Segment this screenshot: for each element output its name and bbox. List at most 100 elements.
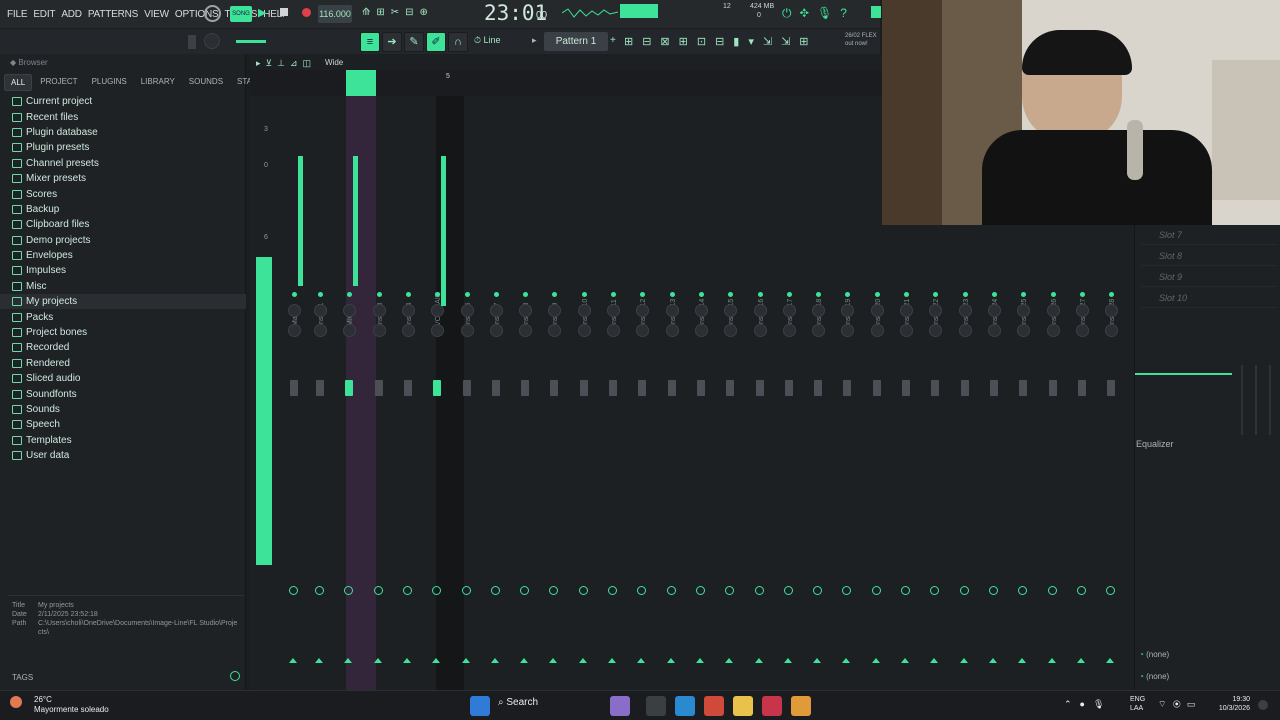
browser-item[interactable]: Backup <box>0 202 246 217</box>
send-arrow[interactable] <box>289 658 297 663</box>
record-arm-ring[interactable] <box>289 586 298 595</box>
record-arm-ring[interactable] <box>959 586 969 595</box>
stereo-knob[interactable] <box>1046 324 1060 337</box>
route-dot[interactable] <box>1079 292 1085 297</box>
send-arrow[interactable] <box>402 658 411 663</box>
browser-item[interactable]: Misc <box>0 279 246 294</box>
fx-slot-7[interactable]: Slot 7 <box>1141 225 1277 245</box>
volume-fader[interactable] <box>550 380 559 396</box>
weather-icon[interactable] <box>10 696 22 708</box>
volume-fader[interactable] <box>814 380 823 396</box>
send-arrow[interactable] <box>432 658 441 663</box>
pan-knob[interactable] <box>1046 304 1060 317</box>
pan-knob[interactable] <box>607 304 620 317</box>
pan-knob[interactable] <box>343 304 357 317</box>
app-icon-1[interactable] <box>610 696 630 716</box>
stereo-knob[interactable] <box>343 324 357 337</box>
volume-fader[interactable] <box>1107 380 1116 396</box>
stereo-knob[interactable] <box>519 324 533 337</box>
notification-icon[interactable] <box>1258 700 1268 710</box>
record-arm-ring[interactable] <box>461 586 471 595</box>
record-arm-ring[interactable] <box>373 586 383 595</box>
stereo-knob[interactable] <box>812 324 826 337</box>
snap-selector[interactable]: ⏱ Line <box>474 35 501 46</box>
send-arrow[interactable] <box>754 658 763 663</box>
send-arrow[interactable] <box>549 658 558 663</box>
pan-knob[interactable] <box>753 304 767 317</box>
volume-fader[interactable] <box>290 380 298 396</box>
record-arm-ring[interactable] <box>1076 586 1086 595</box>
mixer-strip[interactable]: VOZ MAIN <box>427 96 455 696</box>
send-arrow[interactable] <box>959 658 968 663</box>
send-arrow[interactable] <box>637 658 646 663</box>
pan-knob[interactable] <box>577 304 591 317</box>
volume-fader[interactable] <box>989 380 998 396</box>
record-arm-ring[interactable] <box>754 586 764 595</box>
record-arm-ring[interactable] <box>1106 586 1116 595</box>
pan-knob[interactable] <box>636 304 650 317</box>
menu-file[interactable]: FILE <box>4 9 30 20</box>
mixer-strip[interactable]: Insert 1 <box>310 96 338 696</box>
record-arm-ring[interactable] <box>402 586 412 595</box>
weather-temp[interactable]: 26°C <box>34 695 52 704</box>
volume-fader[interactable] <box>784 380 793 396</box>
record-arm-ring[interactable] <box>988 586 998 595</box>
browser-item[interactable]: Speech <box>0 417 246 432</box>
stereo-knob[interactable] <box>753 324 767 337</box>
send-arrow[interactable] <box>344 658 353 663</box>
pitch-knob[interactable] <box>204 33 220 49</box>
stereo-knob[interactable] <box>782 324 796 337</box>
pan-knob[interactable] <box>841 304 855 317</box>
route-dot[interactable] <box>464 292 470 297</box>
send-arrow[interactable] <box>901 658 909 663</box>
record-arm-ring[interactable] <box>315 586 324 595</box>
stereo-knob[interactable] <box>401 324 415 337</box>
pan-knob[interactable] <box>1017 304 1031 317</box>
pan-knob[interactable] <box>1075 304 1089 317</box>
pan-knob[interactable] <box>489 304 503 317</box>
mixer-strip[interactable]: Insert 15 <box>720 96 748 696</box>
pattern-selector[interactable]: Pattern 1 <box>544 32 608 51</box>
record-arm-ring[interactable] <box>695 586 705 595</box>
browser-item[interactable]: Mixer presets <box>0 171 246 186</box>
browser-item[interactable]: Project bones <box>0 325 246 340</box>
send-arrow[interactable] <box>783 658 792 663</box>
stereo-knob[interactable] <box>1075 324 1089 337</box>
send-arrow[interactable] <box>1018 658 1027 663</box>
browser-item[interactable]: Impulses <box>0 263 246 278</box>
stereo-knob[interactable] <box>1017 324 1031 337</box>
pan-knob[interactable] <box>900 304 913 317</box>
output-routing-2[interactable]: ◔ (none) <box>1139 672 1169 681</box>
fl-studio-icon[interactable] <box>791 696 811 716</box>
mixer-strip[interactable]: Master <box>284 96 312 696</box>
volume-fader[interactable] <box>755 380 764 396</box>
weather-desc[interactable]: Mayormente soleado <box>34 705 109 714</box>
mixer-strip[interactable]: Insert 7 <box>486 96 514 696</box>
volume-fader[interactable] <box>403 380 412 396</box>
pan-knob[interactable] <box>724 304 738 317</box>
stereo-knob[interactable] <box>841 324 855 337</box>
browser-item[interactable]: Demo projects <box>0 233 246 248</box>
browser-item[interactable]: Sounds <box>0 402 246 417</box>
send-arrow[interactable] <box>1076 658 1085 663</box>
browser-item[interactable]: Clipboard files <box>0 217 246 232</box>
send-arrow[interactable] <box>608 658 616 663</box>
route-dot[interactable] <box>405 292 411 297</box>
pan-knob[interactable] <box>460 304 474 317</box>
send-arrow[interactable] <box>490 658 499 663</box>
pan-knob[interactable] <box>665 304 679 317</box>
volume-fader[interactable] <box>433 380 442 396</box>
volume-fader[interactable] <box>579 380 588 396</box>
stereo-knob[interactable] <box>548 324 562 337</box>
fx-slot-10[interactable]: Slot 10 <box>1141 288 1277 308</box>
pin-icon[interactable] <box>188 35 196 49</box>
tab-all[interactable]: ALL <box>4 74 33 91</box>
arrow-right-icon[interactable]: ➔ <box>382 32 402 52</box>
record-arm-ring[interactable] <box>608 586 617 595</box>
send-arrow[interactable] <box>871 658 880 663</box>
language-indicator[interactable]: ENG LAA <box>1130 695 1145 713</box>
chrome-icon[interactable] <box>704 696 724 716</box>
stereo-knob[interactable] <box>288 324 301 337</box>
fx-slot-8[interactable]: Slot 8 <box>1141 246 1277 266</box>
mixer-strip[interactable]: Insert 19 <box>837 96 865 696</box>
